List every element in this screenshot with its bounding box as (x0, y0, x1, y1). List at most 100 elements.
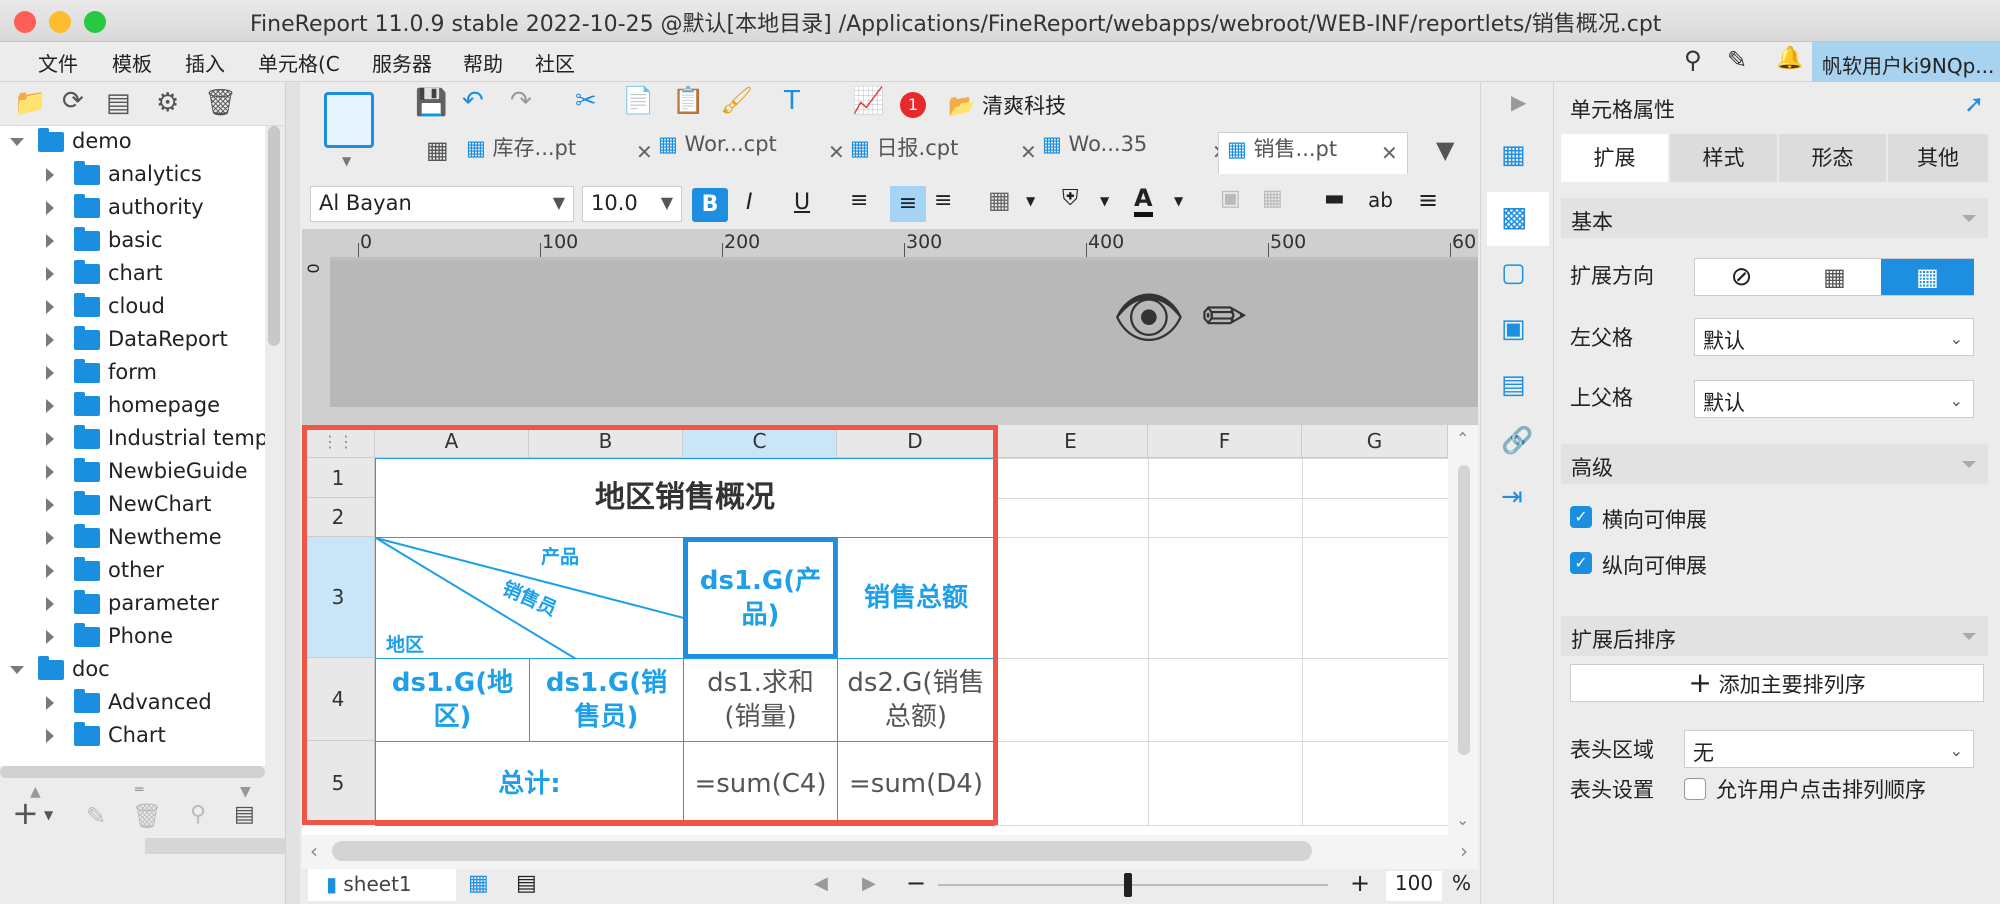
chevron-down-icon[interactable] (10, 138, 24, 146)
notes-icon[interactable]: ✎ (1727, 46, 1747, 74)
v-expand-checkbox[interactable]: ✓ (1570, 552, 1592, 574)
scroll-down-icon[interactable]: ▼ (240, 784, 251, 800)
chevron-right-icon[interactable] (46, 399, 54, 413)
tree-item[interactable]: analytics (0, 159, 265, 192)
redo-icon[interactable]: ↷ (510, 86, 532, 116)
preview-icon[interactable] (324, 92, 374, 148)
tab-list-icon[interactable]: ▦ (426, 136, 449, 164)
copy-icon[interactable]: 📄 (622, 86, 654, 116)
close-tab-icon[interactable]: ✕ (828, 140, 845, 164)
next-sheet-icon[interactable]: ▶ (862, 873, 876, 894)
font-color-dropdown-icon[interactable]: ▼ (1174, 194, 1183, 208)
save-icon[interactable]: 💾 (415, 88, 447, 118)
close-window-button[interactable] (14, 11, 36, 33)
tree-item[interactable]: DataReport (0, 324, 265, 357)
border-dropdown-icon[interactable]: ▼ (1026, 194, 1035, 208)
minimize-window-button[interactable] (49, 11, 71, 33)
top-parent-select[interactable]: 默认 ⌄ (1694, 380, 1974, 418)
maximize-window-button[interactable] (84, 11, 106, 33)
font-size-select[interactable]: 10.0 ▼ (582, 186, 682, 222)
settings-icon[interactable]: ⚙ (156, 88, 179, 118)
menu-template[interactable]: 模板 (112, 48, 152, 77)
chevron-right-icon[interactable] (46, 597, 54, 611)
close-tab-icon[interactable]: ✕ (636, 140, 653, 164)
font-color-icon[interactable]: A (1134, 184, 1153, 217)
tree-item[interactable]: Industrial temp (0, 423, 265, 456)
chevron-right-icon[interactable] (46, 168, 54, 182)
search-icon[interactable]: ⚲ (1684, 46, 1702, 74)
undo-icon[interactable]: ↶ (462, 86, 484, 116)
cut-icon[interactable]: ✂ (575, 86, 597, 116)
template-panel-icon[interactable]: ▦ (1501, 140, 1526, 170)
bold-button[interactable]: B (692, 188, 728, 222)
tree-item[interactable]: other (0, 555, 265, 588)
template-icon[interactable]: ▤ (106, 88, 131, 118)
chevron-right-icon[interactable] (46, 366, 54, 380)
tree-item[interactable]: Phone (0, 621, 265, 654)
tab-expand[interactable]: 扩展 (1561, 134, 1668, 182)
fill-color-icon[interactable]: ⛨ (1062, 186, 1079, 211)
unmerge-icon[interactable]: ▦ (1262, 186, 1283, 211)
close-tab-icon[interactable]: ✕ (1381, 141, 1398, 165)
trash-icon[interactable]: 🗑 (132, 802, 162, 830)
chevron-right-icon[interactable] (46, 201, 54, 215)
underline-button[interactable]: U (794, 190, 810, 215)
tree-hscrollbar[interactable] (0, 766, 265, 778)
tab-style[interactable]: 样式 (1670, 134, 1777, 182)
tree-item[interactable]: basic (0, 225, 265, 258)
preview-dropdown-icon[interactable]: ▼ (342, 154, 351, 168)
tree-item[interactable]: Advanced (0, 687, 265, 720)
scroll-down-arrow-icon[interactable]: ⌄ (1456, 810, 1469, 829)
align-left-icon[interactable]: ≡ (850, 188, 868, 213)
align-center-icon[interactable]: ≡ (890, 186, 926, 222)
bell-icon[interactable]: 🔔 (1776, 46, 1803, 71)
scrollbar-thumb[interactable] (1458, 465, 1470, 755)
chart-preview-icon[interactable]: 📈 (852, 86, 884, 116)
collapse-arrow-icon[interactable]: ▶ (1511, 90, 1526, 114)
tree-item[interactable]: cloud (0, 291, 265, 324)
tree-item[interactable]: chart (0, 258, 265, 291)
font-select[interactable]: Al Bayan ▼ (310, 186, 574, 222)
header-area-select[interactable]: 无 ⌄ (1684, 730, 1974, 768)
cell-properties-tab[interactable]: ▩ (1487, 192, 1549, 246)
tab-other[interactable]: 其他 (1888, 134, 1988, 182)
hyperlink-icon[interactable]: 🔗 (1501, 426, 1533, 456)
zoom-slider-thumb[interactable] (1124, 873, 1132, 897)
add-dropdown-icon[interactable]: ▼ (44, 808, 53, 822)
tree-scrollbar[interactable] (268, 126, 280, 346)
tree-item[interactable]: doc (0, 654, 265, 687)
chevron-right-icon[interactable] (46, 234, 54, 248)
tree-item[interactable]: Newtheme (0, 522, 265, 555)
prev-sheet-icon[interactable]: ◀ (814, 873, 828, 894)
tree-item[interactable]: NewbieGuide (0, 456, 265, 489)
menu-file[interactable]: 文件 (38, 48, 78, 77)
text-format-icon[interactable]: ab (1368, 188, 1393, 212)
chevron-right-icon[interactable] (46, 267, 54, 281)
no-expand-icon[interactable]: ⊘ (1695, 259, 1788, 295)
left-parent-select[interactable]: 默认 ⌄ (1694, 318, 1974, 356)
chevron-right-icon[interactable] (46, 333, 54, 347)
tree-item[interactable]: form (0, 357, 265, 390)
tab-sales[interactable]: ▦ 销售...pt ✕ (1218, 132, 1408, 174)
align-right-icon[interactable]: ≡ (934, 188, 952, 213)
split-handle-icon[interactable]: ═ (135, 782, 143, 798)
chevron-right-icon[interactable] (46, 630, 54, 644)
new-folder-icon[interactable]: 📁 (14, 88, 46, 118)
menu-server[interactable]: 服务器 (372, 48, 432, 77)
condition-icon[interactable]: ▤ (1501, 370, 1526, 400)
refresh-icon[interactable]: ⟳ (62, 86, 84, 116)
menu-community[interactable]: 社区 (535, 48, 575, 77)
left-splitter[interactable] (285, 82, 300, 904)
edit-header-icon[interactable]: ✏ (1202, 285, 1247, 348)
border-icon[interactable]: ▦ (988, 186, 1011, 214)
zoom-in-button[interactable]: + (1350, 869, 1370, 897)
italic-button[interactable]: I (746, 190, 753, 215)
horizontal-expand-icon[interactable]: ▦ (1881, 259, 1974, 295)
tab-form[interactable]: 形态 (1779, 134, 1886, 182)
section-sort[interactable]: 扩展后排序 (1561, 616, 1988, 656)
close-tab-icon[interactable]: ✕ (1020, 140, 1037, 164)
merge-icon[interactable]: ▣ (1220, 186, 1241, 211)
tree-item[interactable]: NewChart (0, 489, 265, 522)
user-account[interactable]: 帆软用户ki9NQp... (1812, 42, 2000, 82)
chevron-right-icon[interactable] (46, 564, 54, 578)
